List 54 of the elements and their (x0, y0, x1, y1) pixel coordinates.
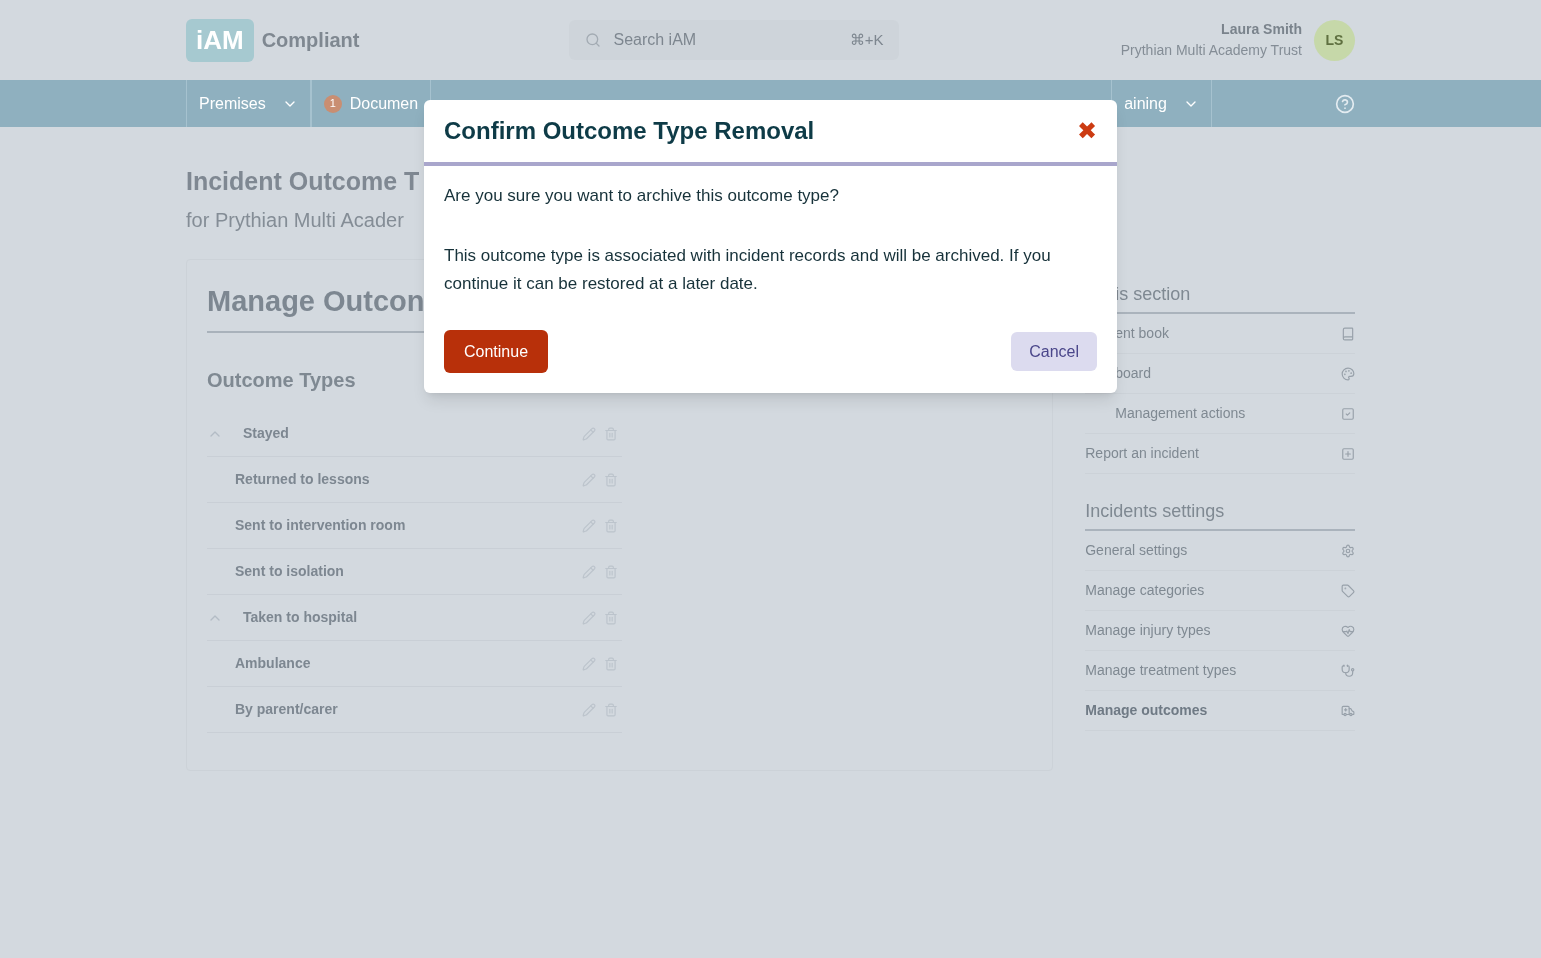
page-subtitle: for Prythian Multi Acader (186, 207, 404, 233)
modal-message: Are you sure you want to archive this outcome type? (444, 185, 840, 207)
delete-icon[interactable] (604, 702, 618, 717)
delete-icon[interactable] (604, 518, 618, 533)
outcome-label: By parent/carer (235, 700, 338, 719)
outcome-label: Stayed (243, 424, 289, 443)
search-field[interactable]: Search iAM ⌘+K (569, 20, 900, 60)
sidebar-link[interactable]: Manage treatment types (1085, 651, 1355, 691)
nav-label: aining (1124, 93, 1167, 114)
nav-item[interactable]: Premises (186, 80, 311, 127)
tag-icon (1341, 583, 1355, 598)
user-name: Laura Smith (1221, 20, 1302, 39)
outcome-label: Sent to intervention room (235, 516, 406, 535)
sidebar-link[interactable]: Management actions (1085, 394, 1355, 434)
search-input[interactable]: Search iAM (613, 28, 814, 52)
nav-label: Premises (199, 93, 266, 114)
delete-icon[interactable] (604, 656, 618, 671)
plus-icon (1341, 446, 1355, 461)
count-badge: 1 (323, 94, 342, 113)
heart-icon (1341, 623, 1355, 638)
app-name: Compliant (261, 28, 360, 53)
close-button[interactable]: ✖ (1077, 113, 1097, 149)
delete-icon[interactable] (604, 426, 618, 441)
outcome-label: Taken to hospital (243, 608, 358, 627)
ambulance-icon (1341, 703, 1355, 718)
sidebar-link[interactable]: Manage injury types (1085, 611, 1355, 651)
section-title: Outcome Types (207, 368, 356, 393)
search-icon (585, 32, 602, 48)
nav-label: Documen (349, 93, 419, 114)
sidebar-link[interactable]: General settings (1085, 531, 1355, 571)
outcome-label: Sent to isolation (235, 562, 344, 581)
logo[interactable]: iAM (186, 18, 254, 62)
palette-icon (1341, 366, 1355, 381)
delete-icon[interactable] (604, 472, 618, 487)
organisation-name: Prythian Multi Academy Trust (1120, 41, 1302, 60)
help-icon[interactable] (1335, 93, 1355, 114)
stethoscope-icon (1341, 663, 1355, 678)
delete-icon[interactable] (604, 610, 618, 625)
continue-button[interactable]: Continue (444, 330, 549, 373)
page-title: Incident Outcome T (186, 166, 420, 197)
outcome-label: Ambulance (235, 654, 311, 673)
settings-icon (1341, 543, 1355, 558)
sidebar-link[interactable]: Manage outcomes (1085, 691, 1355, 731)
avatar[interactable]: LS (1314, 19, 1355, 61)
shortcut-hint: ⌘+K (849, 29, 884, 50)
modal-title: Confirm Outcome Type Removal (444, 116, 815, 146)
outcome-label: Returned to lessons (235, 470, 370, 489)
cancel-button[interactable]: Cancel (1011, 332, 1097, 371)
sidebar-heading: Incidents settings (1085, 498, 1355, 531)
delete-icon[interactable] (604, 564, 618, 579)
checkbox-icon (1341, 406, 1355, 421)
sidebar-link[interactable]: Manage categories (1085, 571, 1355, 611)
sidebar-link[interactable]: Report an incident (1085, 434, 1355, 474)
book-icon (1341, 326, 1355, 341)
